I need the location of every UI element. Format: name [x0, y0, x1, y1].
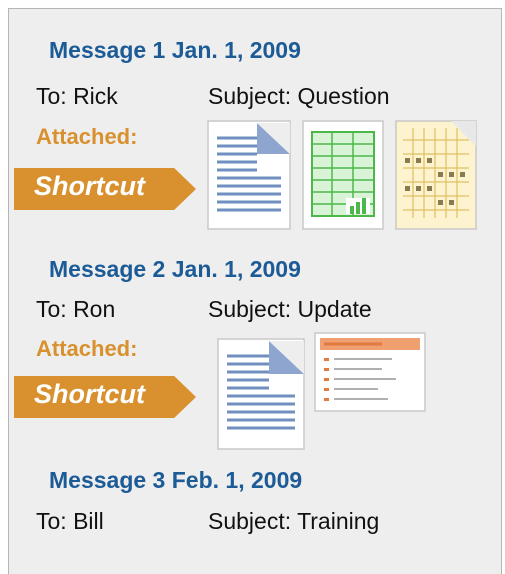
- message-1-subject: Subject: Question: [208, 83, 390, 109]
- document-icon[interactable]: [205, 118, 293, 232]
- message-1-shortcut-tag[interactable]: Shortcut: [14, 168, 196, 210]
- shortcut-label: Shortcut: [34, 171, 145, 201]
- message-1-to: To: Rick: [36, 83, 118, 109]
- spreadsheet-icon[interactable]: [300, 118, 386, 232]
- presentation-icon[interactable]: [312, 330, 428, 414]
- document-icon[interactable]: [215, 336, 307, 452]
- message-3-to: To: Bill: [36, 508, 104, 534]
- message-2-shortcut-tag[interactable]: Shortcut: [14, 376, 196, 418]
- message-1-attached-label: Attached:: [36, 124, 138, 149]
- message-2-attached-label: Attached:: [36, 336, 138, 361]
- message-2-subject: Subject: Update: [208, 296, 372, 322]
- message-3-title: Message 3 Feb. 1, 2009: [49, 467, 303, 493]
- message-2-to: To: Ron: [36, 296, 116, 322]
- message-1-title: Message 1 Jan. 1, 2009: [49, 37, 301, 63]
- message-2-title: Message 2 Jan. 1, 2009: [49, 256, 301, 282]
- calendar-icon[interactable]: [393, 118, 479, 232]
- shortcut-label: Shortcut: [34, 379, 145, 409]
- message-3-subject: Subject: Training: [208, 508, 380, 534]
